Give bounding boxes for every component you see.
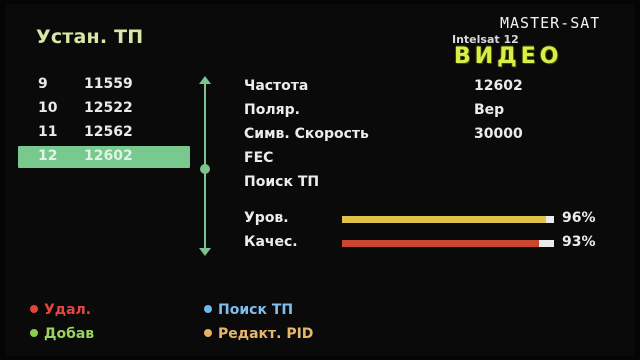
param-fec[interactable]: FEC <box>244 148 584 172</box>
legend-add[interactable]: Добав <box>30 326 94 342</box>
transponder-frequency: 12562 <box>84 124 133 140</box>
signal-level-bar <box>342 216 554 223</box>
legend-tp-search[interactable]: Поиск ТП <box>204 302 293 318</box>
param-polarization[interactable]: Поляр. Вер <box>244 100 584 124</box>
transponder-frequency: 12522 <box>84 100 133 116</box>
param-value: 30000 <box>474 126 523 142</box>
signal-level-fill <box>342 216 546 223</box>
watermark: MASTER-SAT <box>500 14 601 32</box>
param-symbol-rate[interactable]: Симв. Скорость 30000 <box>244 124 584 148</box>
list-scrollbar[interactable] <box>199 76 211 256</box>
transponder-number: 12 <box>38 148 58 164</box>
signal-level-label: Уров. <box>244 210 289 226</box>
transponder-frequency: 11559 <box>84 76 133 92</box>
transponder-row-selected[interactable]: 12 12602 <box>18 146 190 168</box>
transponder-frequency: 12602 <box>84 148 133 164</box>
param-label: Частота <box>244 78 309 94</box>
legend-edit-pid[interactable]: Редакт. PID <box>204 326 313 342</box>
legend-delete[interactable]: Удал. <box>30 302 91 318</box>
transponder-row[interactable]: 11 12562 <box>18 122 190 144</box>
signal-level-meter: Уров. 96% <box>244 210 604 230</box>
video-mode-badge: ВИДЕО <box>454 44 563 69</box>
scroll-thumb[interactable] <box>200 164 210 174</box>
signal-quality-label: Качес. <box>244 234 298 250</box>
param-value: Вер <box>474 102 505 118</box>
transponder-params: Частота 12602 Поляр. Вер Симв. Скорость … <box>244 76 584 196</box>
tv-screen: Устан. ТП MASTER-SAT Intelsat 12 ВИДЕО 9… <box>6 4 634 356</box>
green-key-icon <box>30 329 38 337</box>
screen-title: Устан. ТП <box>36 26 144 48</box>
signal-level-percent: 96% <box>562 210 596 226</box>
signal-quality-percent: 93% <box>562 234 596 250</box>
signal-quality-fill <box>342 240 540 247</box>
param-tp-search[interactable]: Поиск ТП <box>244 172 584 196</box>
signal-quality-bar <box>342 240 554 247</box>
transponder-number: 10 <box>38 100 58 116</box>
param-label: Поиск ТП <box>244 174 320 190</box>
legend-label: Добав <box>44 326 95 342</box>
transponder-row[interactable]: 10 12522 <box>18 98 190 120</box>
yellow-key-icon <box>204 329 212 337</box>
legend-label: Редакт. PID <box>218 326 314 342</box>
param-label: FEC <box>244 150 274 166</box>
legend-label: Удал. <box>44 302 92 318</box>
scroll-down-arrow-icon[interactable] <box>199 248 211 256</box>
param-label: Симв. Скорость <box>244 126 369 142</box>
param-value: 12602 <box>474 78 523 94</box>
transponder-list: 9 11559 10 12522 11 12562 12 12602 <box>18 74 190 170</box>
red-key-icon <box>30 305 38 313</box>
transponder-number: 11 <box>38 124 58 140</box>
signal-quality-meter: Качес. 93% <box>244 234 604 254</box>
param-frequency[interactable]: Частота 12602 <box>244 76 584 100</box>
transponder-number: 9 <box>38 76 48 92</box>
blue-key-icon <box>204 305 212 313</box>
param-label: Поляр. <box>244 102 300 118</box>
legend-label: Поиск ТП <box>218 302 294 318</box>
transponder-row[interactable]: 9 11559 <box>18 74 190 96</box>
